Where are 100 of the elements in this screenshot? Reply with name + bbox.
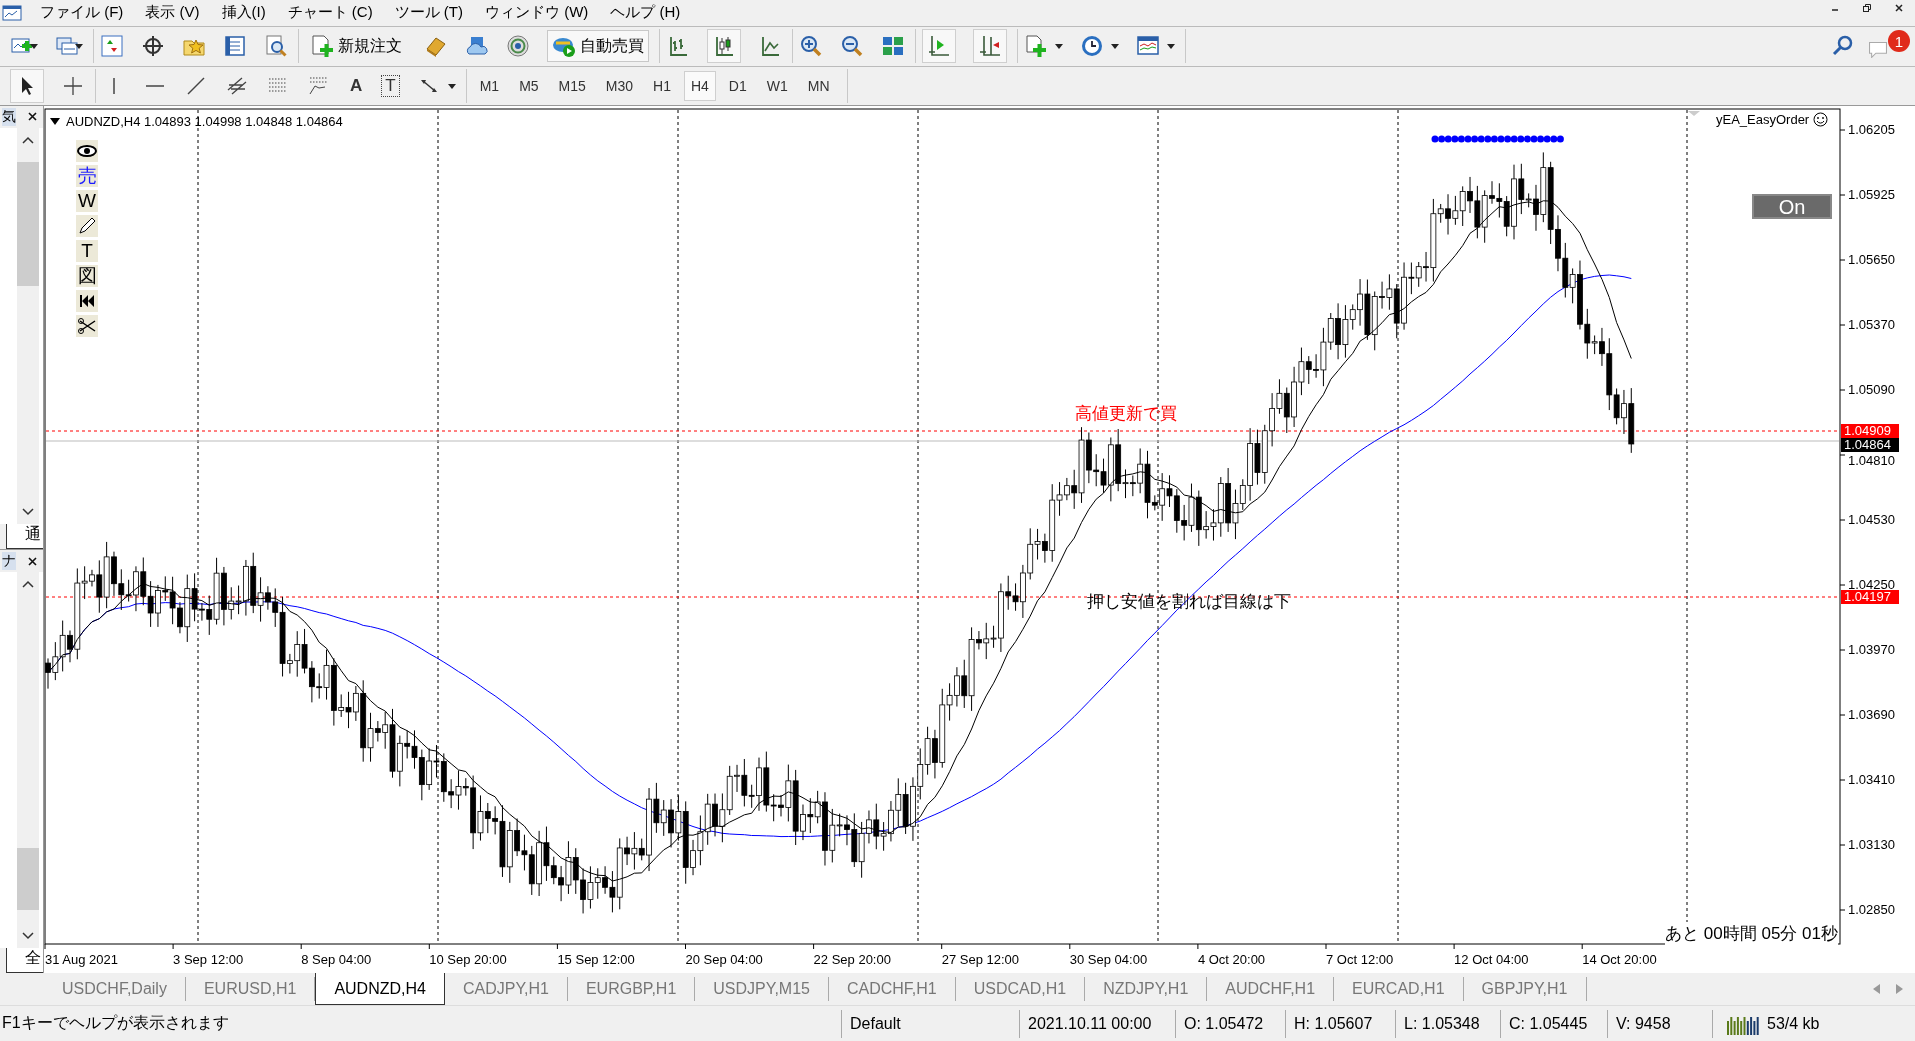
- market-watch-icon[interactable]: [100, 34, 124, 59]
- chart-tab[interactable]: USDCAD,H1: [955, 976, 1086, 1002]
- chart-tab[interactable]: GBPJPY,H1: [1463, 976, 1587, 1002]
- crosshair-tool-icon[interactable]: [61, 74, 85, 98]
- caret-icon[interactable]: [1055, 43, 1063, 49]
- triangle-marker-icon: [1688, 110, 1700, 116]
- price-label: 1.05925: [1848, 186, 1895, 202]
- close-icon[interactable]: [1894, 2, 1904, 13]
- chart-tab[interactable]: AUDCHF,H1: [1207, 976, 1335, 1002]
- menu-item[interactable]: 表示 (V): [137, 3, 214, 23]
- price-label: 1.04530: [1848, 511, 1895, 527]
- price-label: 1.05090: [1848, 381, 1895, 397]
- timeframe-button[interactable]: D1: [721, 71, 754, 101]
- countdown-text: あと 00時間 05分 01秒: [1665, 921, 1838, 945]
- status-field: V: 9458: [1607, 1009, 1712, 1038]
- restore-icon[interactable]: [1862, 2, 1872, 13]
- price-label: 1.04250: [1848, 576, 1895, 592]
- caret-icon[interactable]: [1167, 43, 1175, 49]
- timeframe-button[interactable]: H4: [683, 71, 716, 101]
- status-field: L: 1.05348: [1395, 1009, 1500, 1038]
- scissors-icon[interactable]: [76, 314, 98, 337]
- autotrade-button[interactable]: 自動売買: [547, 30, 649, 63]
- menu-item[interactable]: ファイル (F): [32, 3, 138, 23]
- chart-tool[interactable]: W: [76, 189, 98, 212]
- menu-item[interactable]: ヘルプ (H): [602, 3, 695, 23]
- panel-title: ナ: [2, 552, 16, 571]
- caret-icon[interactable]: [30, 43, 38, 49]
- timeframe-button[interactable]: M5: [512, 71, 546, 101]
- rewind-icon[interactable]: [76, 289, 98, 312]
- menu-item[interactable]: チャート (C): [279, 3, 387, 23]
- close-icon[interactable]: [28, 112, 37, 122]
- chart-tab[interactable]: NZDJPY,H1: [1085, 976, 1208, 1002]
- menu-item[interactable]: 挿入(I): [213, 3, 280, 23]
- panel-tab[interactable]: 全: [6, 947, 43, 973]
- timeframe-button[interactable]: M15: [551, 71, 593, 101]
- dropdown-triangle-icon[interactable]: [50, 117, 60, 125]
- indicator-plus-icon[interactable]: [1024, 34, 1048, 59]
- caret-icon[interactable]: [75, 43, 83, 49]
- date-label: 3 Sep 12:00: [173, 951, 244, 967]
- date-label: 10 Sep 20:00: [429, 951, 507, 967]
- chart-note: 高値更新で買: [1075, 402, 1177, 425]
- app-icon[interactable]: [2, 3, 22, 22]
- caret-icon[interactable]: [447, 83, 456, 89]
- label-tool[interactable]: T: [381, 75, 400, 97]
- ea-toggle-button[interactable]: On: [1752, 193, 1832, 219]
- document-plus-icon[interactable]: [310, 34, 334, 59]
- timeframe-button[interactable]: M1: [472, 71, 507, 101]
- status-field: C: 1.05445: [1500, 1009, 1607, 1038]
- timeframe-button[interactable]: H1: [646, 71, 678, 101]
- text-tool[interactable]: A: [348, 76, 365, 96]
- notification-badge[interactable]: 1: [1888, 30, 1910, 53]
- date-label: 8 Sep 04:00: [301, 951, 372, 967]
- timeframe-button[interactable]: W1: [759, 71, 795, 101]
- scrollbar[interactable]: [17, 127, 39, 525]
- magnifier-document-icon[interactable]: [264, 34, 288, 59]
- caret-icon[interactable]: [1111, 43, 1119, 49]
- chart-tab[interactable]: USDJPY,M15: [695, 976, 829, 1002]
- chart-tab[interactable]: CADCHF,H1: [828, 976, 956, 1002]
- chart-shift-icon[interactable]: [927, 34, 951, 59]
- chart-tab[interactable]: CADJPY,H1: [444, 976, 568, 1002]
- date-label: 22 Sep 20:00: [813, 951, 891, 967]
- new-order-button[interactable]: 新規注文: [305, 30, 407, 63]
- chart-tab[interactable]: EURGBP,H1: [567, 976, 696, 1002]
- traffic-text: 53/4 kb: [1767, 1014, 1820, 1033]
- status-field: O: 1.05472: [1175, 1009, 1285, 1038]
- zoom-out-icon[interactable]: [840, 34, 864, 59]
- list-window-icon[interactable]: [223, 34, 247, 59]
- chart-tool[interactable]: 売: [76, 164, 98, 187]
- zoom-in-icon[interactable]: [799, 34, 823, 59]
- smiley-icon: [1813, 111, 1829, 127]
- close-icon[interactable]: [28, 556, 37, 566]
- date-label: 31 Aug 2021: [45, 951, 119, 967]
- timeframe-button[interactable]: M30: [598, 71, 641, 101]
- status-field: Default: [841, 1009, 1019, 1038]
- pencil-icon[interactable]: [76, 214, 98, 237]
- date-label: 7 Oct 12:00: [1326, 951, 1394, 967]
- chart-tab[interactable]: EURCAD,H1: [1334, 976, 1464, 1002]
- crosshair-icon[interactable]: [141, 34, 165, 59]
- menu-item[interactable]: ウィンドウ (W): [477, 3, 603, 23]
- timeframe-button[interactable]: MN: [800, 71, 837, 101]
- panel-title: 気: [2, 107, 16, 126]
- eye-icon[interactable]: [76, 139, 98, 162]
- scrollbar[interactable]: [17, 572, 39, 948]
- clock-icon[interactable]: [1080, 34, 1104, 59]
- price-tag: 1.04909: [1841, 423, 1899, 438]
- price-label: 1.02850: [1848, 901, 1895, 917]
- auto-scroll-icon[interactable]: [978, 34, 1002, 59]
- help-text: F1キーでヘルプが表示されます: [2, 1013, 230, 1034]
- price-label: 1.04810: [1848, 452, 1895, 468]
- chart-tool[interactable]: 図: [76, 264, 98, 287]
- chart-tab[interactable]: USDCHF,Daily: [44, 976, 186, 1002]
- menu-item[interactable]: ツール (T): [386, 3, 477, 23]
- chart-note: 押し安値を割れば目線は下: [1087, 590, 1291, 613]
- scrollbar-thumb[interactable]: [17, 161, 39, 287]
- chart-tool[interactable]: T: [76, 239, 98, 262]
- date-label: 27 Sep 12:00: [941, 951, 1020, 967]
- scrollbar-thumb[interactable]: [17, 847, 39, 910]
- chart-tab[interactable]: AUDNZD,H4: [315, 972, 445, 1006]
- signal-icon[interactable]: [506, 34, 530, 59]
- panel-tab[interactable]: 通: [6, 524, 43, 550]
